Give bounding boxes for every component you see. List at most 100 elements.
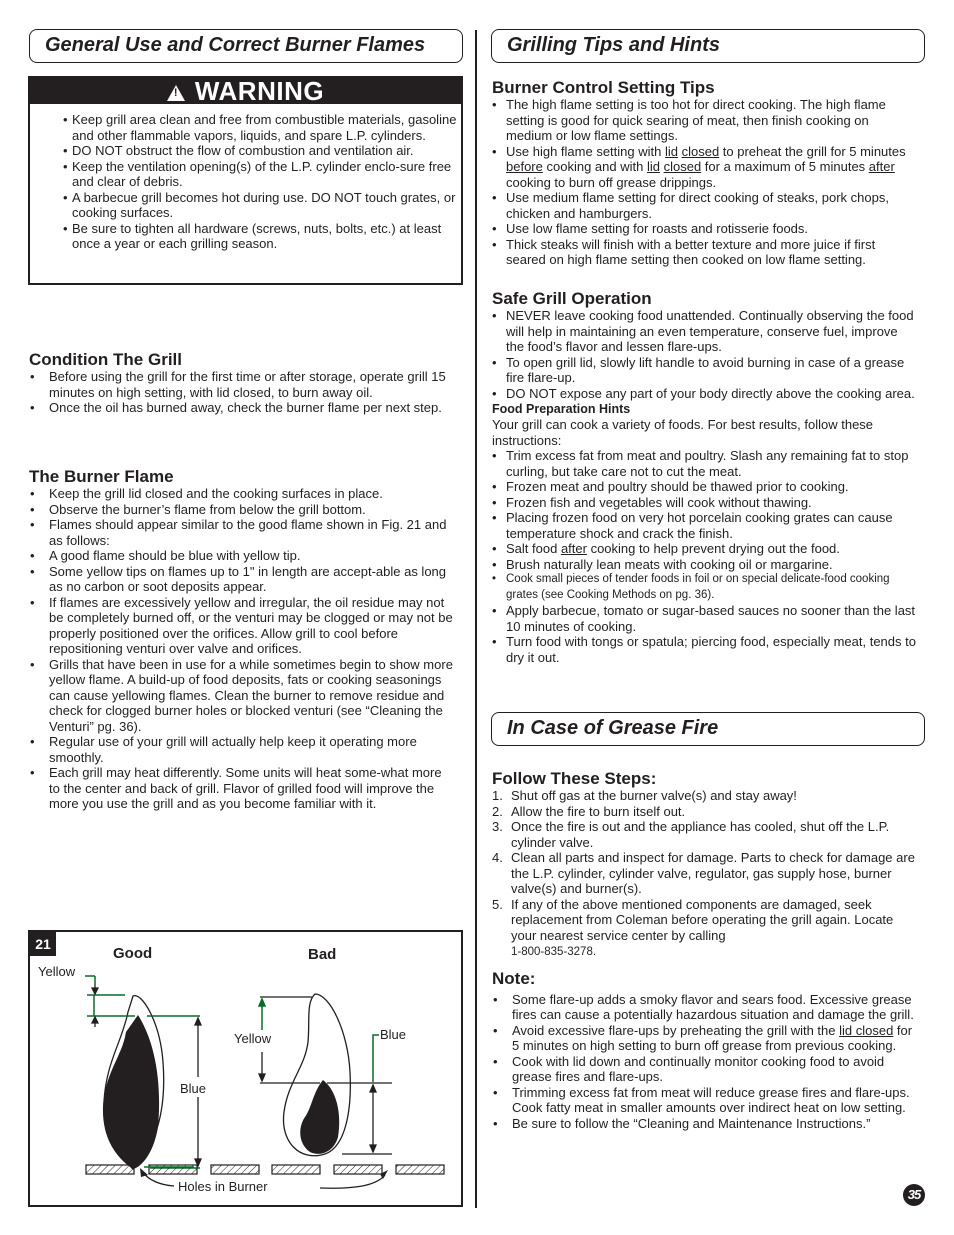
safe-operation-item: To open grill lid, slowly lift handle to… <box>492 355 917 386</box>
bad-blue-leader <box>372 1034 379 1082</box>
note-item: Some flare-up adds a smoky flavor and se… <box>492 992 917 1023</box>
condition-item: Before using the grill for the first tim… <box>29 369 454 400</box>
food-prep-item: Salt food after cooking to help prevent … <box>492 541 917 557</box>
burner-flame-item: Keep the grill lid closed and the cookin… <box>29 486 454 502</box>
steps-heading: Follow These Steps: <box>492 769 657 788</box>
service-phone: 1-800-835-3278. <box>511 946 597 958</box>
food-prep-item: Placing frozen food on very hot porcelai… <box>492 510 917 541</box>
step-text: Shut off gas at the burner valve(s) and … <box>511 788 797 803</box>
food-prep-item: Trim excess fat from meat and poultry. S… <box>492 448 917 479</box>
step-number: 2. <box>492 803 503 819</box>
burner-segment <box>271 1164 321 1175</box>
warning-list: Keep grill area clean and free from comb… <box>30 112 461 252</box>
burner-control-list: The high flame setting is too hot for di… <box>492 97 917 268</box>
burner-segment <box>85 1164 135 1175</box>
burner-segment <box>210 1164 260 1175</box>
figure-21: 21 Good Bad Yellow Blue Yellow Blue Hole… <box>28 930 463 1207</box>
step-text: Once the fire is out and the appliance h… <box>511 819 890 850</box>
burner-segment <box>395 1164 445 1175</box>
burner-flame-item: A good flame should be blue with yellow … <box>29 548 454 564</box>
bad-flame-blue-core <box>300 1080 340 1154</box>
warning-item: Keep grill area clean and free from comb… <box>63 112 461 143</box>
step-item: 2. Allow the fire to burn itself out. <box>492 804 917 820</box>
step-item: 1. Shut off gas at the burner valve(s) an… <box>492 788 917 804</box>
note-item: Be sure to follow the “Cleaning and Main… <box>492 1116 917 1132</box>
note-item: Cook with lid down and continually monit… <box>492 1054 917 1085</box>
step-number: 4. <box>492 850 503 865</box>
safe-operation-item: NEVER leave cooking food unattended. Con… <box>492 308 917 355</box>
notes-list: Some flare-up adds a smoky flavor and se… <box>492 992 917 1132</box>
burner-control-item: Use high flame setting with lid closed t… <box>492 144 917 191</box>
burner-flame-item: If flames are excessively yellow and irr… <box>29 595 454 657</box>
good-yellow-label: Yellow <box>38 964 76 979</box>
bad-yellow-arrow <box>257 997 267 1030</box>
burner-control-item: The high flame setting is too hot for di… <box>492 97 917 144</box>
step-number: 1. <box>492 788 503 803</box>
burner-control-item: Thick steaks will finish with a better t… <box>492 237 917 268</box>
safe-operation-list: NEVER leave cooking food unattended. Con… <box>492 308 917 401</box>
food-prep-item: Apply barbecue, tomato or sugar-based sa… <box>492 603 917 634</box>
burner-flame-section: The Burner Flame Keep the grill lid clos… <box>29 467 454 812</box>
food-prep-item: Turn food with tongs or spatula; piercin… <box>492 634 917 665</box>
burner-flame-item: Grills that have been in use for a while… <box>29 657 454 735</box>
column-divider <box>475 30 477 1208</box>
condition-item: Once the oil has burned away, check the … <box>29 400 454 416</box>
burner-flame-item: Observe the burner’s flame from below th… <box>29 502 454 518</box>
food-prep-list: Trim excess fat from meat and poultry. S… <box>492 448 917 665</box>
safe-operation-section: Safe Grill Operation NEVER leave cooking… <box>492 289 917 665</box>
warning-box: WARNING Keep grill area clean and free f… <box>28 76 463 285</box>
warning-label: WARNING <box>194 76 325 106</box>
warning-item: DO NOT obstruct the flow of combustion a… <box>63 143 461 159</box>
step-text: If any of the above mentioned components… <box>511 896 894 943</box>
note-item: Avoid excessive flare-ups by preheating … <box>492 1023 917 1054</box>
burner-flame-heading: The Burner Flame <box>29 467 174 486</box>
steps-list: 1. Shut off gas at the burner valve(s) an… <box>492 788 917 961</box>
burner-segment <box>333 1164 383 1175</box>
condition-heading: Condition The Grill <box>29 350 182 369</box>
food-prep-heading: Food Preparation Hints <box>492 402 631 416</box>
flame-diagram: Good Bad Yellow Blue Yellow Blue Holes i… <box>38 945 445 1194</box>
page-number-badge: 35 <box>903 1184 925 1206</box>
section-title-general-use: General Use and Correct Burner Flames <box>29 29 463 63</box>
grease-fire-section: Follow These Steps: 1. Shut off gas at th… <box>492 769 917 1131</box>
good-flame-blue-core <box>102 1015 160 1169</box>
burner-flame-item: Regular use of your grill will actually … <box>29 734 454 765</box>
burner-control-item: Use low flame setting for roasts and rot… <box>492 221 917 237</box>
bad-yellow-label: Yellow <box>234 1031 272 1046</box>
warning-triangle-icon <box>166 85 185 101</box>
note-heading: Note: <box>492 968 536 988</box>
warning-item: A barbecue grill becomes hot during use.… <box>63 190 461 221</box>
bad-blue-label: Blue <box>380 1027 406 1042</box>
food-prep-item: Frozen fish and vegetables will cook wit… <box>492 495 917 511</box>
condition-list: Before using the grill for the first tim… <box>29 369 454 416</box>
step-number: 5. <box>492 896 503 912</box>
good-blue-label: Blue <box>180 1081 206 1096</box>
food-prep-item: Brush naturally lean meats with cooking … <box>492 557 917 573</box>
safe-operation-item: DO NOT expose any part of your body dire… <box>492 386 917 402</box>
food-prep-intro: Your grill can cook a variety of foods. … <box>492 417 874 448</box>
burner-strip <box>85 1164 445 1175</box>
section-title-grilling-tips: Grilling Tips and Hints <box>491 29 925 63</box>
food-prep-item: Cook small pieces of tender foods in foi… <box>492 572 917 603</box>
bad-label: Bad <box>308 946 336 963</box>
warning-header: WARNING <box>30 76 461 106</box>
burner-flame-item: Some yellow tips on flames up to 1" in l… <box>29 564 454 595</box>
holes-in-burner-label: Holes in Burner <box>178 1179 268 1194</box>
step-text: Clean all parts and inspect for damage. … <box>511 850 915 896</box>
safe-operation-heading: Safe Grill Operation <box>492 289 652 308</box>
step-number: 3. <box>492 819 503 834</box>
step-item: 4. Clean all parts and inspect for damage… <box>492 850 917 897</box>
note-item: Trimming excess fat from meat will reduc… <box>492 1085 917 1116</box>
step-text: Allow the fire to burn itself out. <box>511 803 686 819</box>
burner-control-section: Burner Control Setting Tips The high fla… <box>492 78 917 268</box>
warning-item: Keep the ventilation opening(s) of the L… <box>63 159 461 190</box>
burner-flame-list: Keep the grill lid closed and the cookin… <box>29 486 454 812</box>
good-label: Good <box>113 945 152 962</box>
burner-control-heading: Burner Control Setting Tips <box>492 78 715 97</box>
step-item: 5. If any of the above mentioned componen… <box>492 897 917 961</box>
burner-flame-item: Flames should appear similar to the good… <box>29 517 454 548</box>
holes-arrow-right <box>319 1174 386 1189</box>
section-title-grease-fire: In Case of Grease Fire <box>491 712 925 746</box>
step-item: 3. Once the fire is out and the appliance… <box>492 819 917 850</box>
condition-section: Condition The Grill Before using the gri… <box>29 350 454 416</box>
